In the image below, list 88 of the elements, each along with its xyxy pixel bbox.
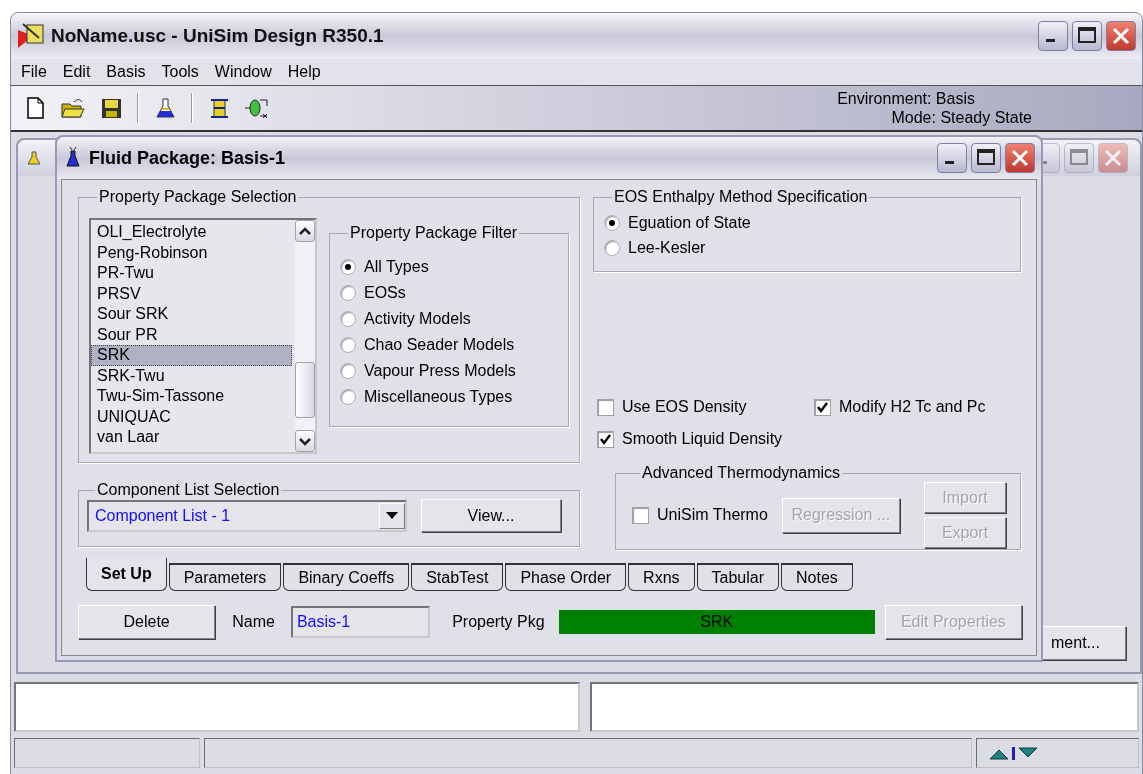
list-item[interactable]: Twu-Sim-Tassone <box>91 386 292 407</box>
radio-button[interactable] <box>340 337 356 353</box>
dropdown[interactable]: Component List - 1 <box>87 499 407 532</box>
menu-item[interactable]: Tools <box>153 63 207 81</box>
list-item[interactable]: Peng-Robinson <box>91 242 292 263</box>
list-item[interactable]: SRK-Twu <box>91 365 292 386</box>
flask-icon <box>26 150 42 166</box>
flask-icon[interactable] <box>153 96 177 120</box>
window-title: Fluid Package: Basis-1 <box>89 147 286 169</box>
folder-icon[interactable] <box>61 96 85 120</box>
option-label: Miscellaneous Types <box>364 388 513 406</box>
checkbox[interactable] <box>597 398 614 416</box>
list-item[interactable]: van Laar <box>91 427 292 448</box>
mode-label: Mode: Steady State <box>891 108 1032 127</box>
radio-button[interactable] <box>340 363 356 379</box>
list-item[interactable]: Sour PR <box>91 324 292 345</box>
checkbox-label: Use EOS Density <box>622 398 747 416</box>
field-value: Basis-1 <box>296 613 351 631</box>
option-label: Chao Seader Models <box>364 336 515 354</box>
menu-item[interactable]: Window <box>206 63 280 81</box>
group-title: Property Package Selection <box>98 188 298 206</box>
delete-button[interactable]: Delete <box>78 605 216 639</box>
scroll-thumb[interactable] <box>295 362 315 418</box>
radio-button[interactable] <box>340 285 356 301</box>
maximize-button[interactable] <box>1072 21 1102 51</box>
list-item[interactable]: PR-Twu <box>91 263 292 284</box>
dropdown-value: Component List - 1 <box>95 506 231 525</box>
tab[interactable]: Parameters <box>168 563 282 591</box>
group-title: Property Package Filter <box>349 224 519 242</box>
option-label: Lee-Kesler <box>628 239 706 257</box>
checkbox-label: Modify H2 Tc and Pc <box>839 398 986 416</box>
list-item[interactable]: UNIQUAC <box>91 406 292 427</box>
arrows-icon[interactable] <box>989 745 1039 761</box>
dropdown-arrow-icon[interactable] <box>386 511 398 520</box>
checkbox[interactable] <box>632 506 649 524</box>
option-label: Vapour Press Models <box>364 362 516 380</box>
maximize-icon[interactable] <box>1078 27 1096 45</box>
menu-item[interactable]: File <box>13 63 55 81</box>
view-button[interactable]: View... <box>421 499 561 532</box>
menu-item[interactable]: Edit <box>54 63 99 81</box>
checkbox[interactable] <box>597 430 614 448</box>
tab[interactable]: Binary Coeffs <box>283 563 410 591</box>
flask-icon <box>65 146 81 170</box>
tab[interactable]: Notes <box>781 563 853 591</box>
tab[interactable]: Set Up <box>86 558 167 591</box>
close-icon[interactable] <box>1011 149 1029 167</box>
group-title: Advanced Thermodynamics <box>641 464 842 482</box>
maximize-icon[interactable] <box>977 149 995 167</box>
checkbox[interactable] <box>814 398 831 416</box>
maximize-button[interactable] <box>971 143 1001 173</box>
radio-button[interactable] <box>604 215 620 231</box>
group-title: Component List Selection <box>96 481 281 499</box>
tab[interactable]: Tabular <box>696 563 780 591</box>
close-button[interactable] <box>1005 143 1035 173</box>
option-label: Eguation of State <box>628 214 751 232</box>
tab[interactable]: StabTest <box>411 563 504 591</box>
option-label: All Types <box>364 258 429 276</box>
property-package-bar: SRK <box>558 610 875 634</box>
minimize-button[interactable] <box>937 143 967 173</box>
field-label: Property Pkg <box>452 613 545 631</box>
list-item[interactable]: Sour SRK <box>91 304 292 325</box>
option-label: Activity Models <box>364 310 471 328</box>
checkbox-label: UniSim Thermo <box>657 506 768 524</box>
field-label: Name <box>232 613 275 631</box>
app-logo-icon <box>17 22 47 50</box>
tab[interactable]: Phase Order <box>505 563 627 591</box>
list-item[interactable]: SRK <box>91 345 292 366</box>
close-icon[interactable] <box>1112 27 1130 45</box>
checkbox-label: Smooth Liquid Density <box>622 430 783 448</box>
radio-button[interactable] <box>604 240 620 256</box>
group-title: EOS Enthalpy Method Specification <box>613 188 869 206</box>
list-item[interactable]: PRSV <box>91 283 292 304</box>
name-field[interactable]: Basis-1 <box>290 606 431 638</box>
window-title: NoName.usc - UniSim Design R350.1 <box>51 25 384 47</box>
scrollbar[interactable] <box>295 220 315 452</box>
menu-item[interactable]: Help <box>279 63 329 81</box>
vessel-icon[interactable] <box>245 96 269 120</box>
list-item[interactable]: OLI_Electrolyte <box>91 222 292 243</box>
environment-label: Environment: Basis <box>837 89 975 108</box>
radio-button[interactable] <box>340 259 356 275</box>
menu-item[interactable]: Basis <box>98 63 154 81</box>
radio-button[interactable] <box>340 389 356 405</box>
close-button[interactable] <box>1106 21 1136 51</box>
minimize-button[interactable] <box>1038 21 1068 51</box>
list-box[interactable]: OLI_Electrolyte Peng-Robinson PR-Twu PRSV Sour SRK Sour PR SRK SRK-Twu Twu-Sim-Tassone UNIQUAC van Laar <box>89 218 317 454</box>
tab[interactable]: Rxns <box>628 563 695 591</box>
option-label: EOSs <box>364 284 406 302</box>
radio-button[interactable] <box>340 311 356 327</box>
